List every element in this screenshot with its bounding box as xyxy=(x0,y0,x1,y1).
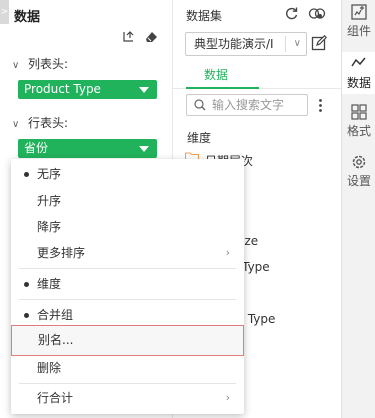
dataset-title: 数据集 xyxy=(186,9,223,23)
columns-header-label[interactable]: ∨ 列表头: xyxy=(12,55,68,72)
search-input[interactable] xyxy=(212,97,304,113)
dimension-section-label: 维度 xyxy=(187,131,212,145)
rows-field-select[interactable]: 省份 xyxy=(18,139,157,158)
menu-item-more-sort[interactable]: 更多排序 › xyxy=(11,240,244,266)
search-icon xyxy=(194,99,206,114)
swap-axes-icon[interactable] xyxy=(122,31,135,44)
dataset-link-icon[interactable] xyxy=(308,6,326,24)
data-icon xyxy=(351,56,367,72)
chevron-down-icon: ∨ xyxy=(293,38,301,49)
chevron-down-icon: ∨ xyxy=(12,119,20,130)
caret-down-icon xyxy=(139,87,149,93)
selected-dot-icon xyxy=(24,313,29,318)
menu-item-descending[interactable]: 降序 xyxy=(11,214,244,240)
refresh-icon[interactable] xyxy=(284,6,299,24)
menu-item-row-total[interactable]: 行合计 › xyxy=(11,385,244,411)
edit-icon[interactable] xyxy=(311,34,328,54)
more-options-icon[interactable] xyxy=(319,99,322,115)
field-context-menu: 无序 升序 降序 更多排序 › 维度 合并组 别名... 删除 行合计 › xyxy=(11,159,244,414)
menu-item-alias[interactable]: 别名... xyxy=(11,325,244,356)
chevron-right-icon: › xyxy=(225,246,230,259)
menu-item-ascending[interactable]: 升序 xyxy=(11,188,244,214)
selected-dot-icon xyxy=(24,282,29,287)
active-tab-indicator xyxy=(186,87,259,89)
eraser-icon[interactable] xyxy=(145,31,158,44)
tab-data-side[interactable]: 数据 xyxy=(342,52,375,94)
format-icon xyxy=(351,104,367,120)
collapse-button[interactable]: > xyxy=(0,0,9,24)
settings-icon xyxy=(351,154,367,170)
chevron-down-icon: ∨ xyxy=(12,60,20,71)
caret-down-icon xyxy=(139,146,149,152)
selected-dot-icon xyxy=(24,172,29,177)
columns-field-select[interactable]: Product Type xyxy=(18,80,157,99)
chevron-right-icon: › xyxy=(225,391,230,404)
tab-component[interactable]: 组件 xyxy=(342,4,375,44)
menu-item-delete[interactable]: 删除 xyxy=(11,355,244,381)
panel-title: 数据 xyxy=(14,10,41,25)
menu-item-dimension[interactable]: 维度 xyxy=(11,271,244,297)
tab-settings[interactable]: 设置 xyxy=(342,154,375,194)
tab-format[interactable]: 格式 xyxy=(342,104,375,144)
field-search-box[interactable] xyxy=(186,94,308,116)
tab-data[interactable]: 数据 xyxy=(204,66,228,83)
right-tab-strip: 组件 数据 格式 设置 xyxy=(341,0,375,418)
dataset-select[interactable]: 典型功能演示/I ∨ xyxy=(185,32,307,56)
component-icon xyxy=(351,4,367,20)
menu-item-no-sort[interactable]: 无序 xyxy=(11,161,244,187)
rows-header-label[interactable]: ∨ 行表头: xyxy=(12,114,68,131)
